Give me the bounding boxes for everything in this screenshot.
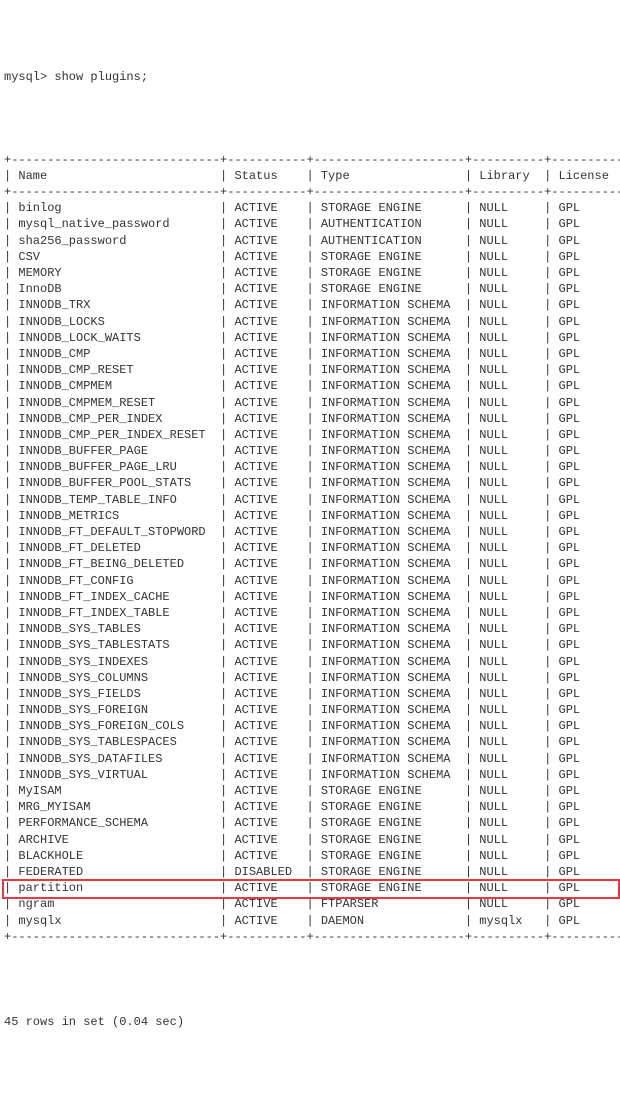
table-row: | INNODB_SYS_INDEXES | ACTIVE | INFORMAT… xyxy=(4,654,616,670)
table-row: | INNODB_SYS_TABLESPACES | ACTIVE | INFO… xyxy=(4,734,616,750)
table-row: | INNODB_FT_INDEX_CACHE | ACTIVE | INFOR… xyxy=(4,589,616,605)
table-row: | INNODB_SYS_FIELDS | ACTIVE | INFORMATI… xyxy=(4,686,616,702)
table-row: | mysqlx | ACTIVE | DAEMON | mysqlx | GP… xyxy=(4,913,616,929)
query-footer: 45 rows in set (0.04 sec) xyxy=(4,1014,616,1030)
table-separator: +-----------------------------+---------… xyxy=(4,184,616,200)
table-row: | BLACKHOLE | ACTIVE | STORAGE ENGINE | … xyxy=(4,848,616,864)
table-row: | mysql_native_password | ACTIVE | AUTHE… xyxy=(4,216,616,232)
table-row: | INNODB_CMPMEM | ACTIVE | INFORMATION S… xyxy=(4,378,616,394)
table-separator: +-----------------------------+---------… xyxy=(4,929,616,945)
table-row: | INNODB_LOCKS | ACTIVE | INFORMATION SC… xyxy=(4,314,616,330)
table-row: | partition | ACTIVE | STORAGE ENGINE | … xyxy=(4,880,616,896)
table-row: | INNODB_CMPMEM_RESET | ACTIVE | INFORMA… xyxy=(4,395,616,411)
table-row: | INNODB_FT_CONFIG | ACTIVE | INFORMATIO… xyxy=(4,573,616,589)
table-row: | INNODB_BUFFER_POOL_STATS | ACTIVE | IN… xyxy=(4,475,616,491)
table-row: | INNODB_SYS_TABLESTATS | ACTIVE | INFOR… xyxy=(4,637,616,653)
table-row: | MEMORY | ACTIVE | STORAGE ENGINE | NUL… xyxy=(4,265,616,281)
plugins-table-wrapper: +-----------------------------+---------… xyxy=(4,119,616,977)
table-row: | ARCHIVE | ACTIVE | STORAGE ENGINE | NU… xyxy=(4,832,616,848)
plugins-ascii-table: +-----------------------------+---------… xyxy=(4,152,616,945)
table-row: | INNODB_SYS_FOREIGN | ACTIVE | INFORMAT… xyxy=(4,702,616,718)
table-row: | INNODB_FT_INDEX_TABLE | ACTIVE | INFOR… xyxy=(4,605,616,621)
table-row: | INNODB_SYS_COLUMNS | ACTIVE | INFORMAT… xyxy=(4,670,616,686)
table-row: | ngram | ACTIVE | FTPARSER | NULL | GPL… xyxy=(4,896,616,912)
sql-prompt[interactable]: mysql> show plugins; xyxy=(4,69,616,85)
table-row: | INNODB_BUFFER_PAGE | ACTIVE | INFORMAT… xyxy=(4,443,616,459)
table-row: | INNODB_FT_BEING_DELETED | ACTIVE | INF… xyxy=(4,556,616,572)
table-row: | INNODB_SYS_FOREIGN_COLS | ACTIVE | INF… xyxy=(4,718,616,734)
table-row: | INNODB_FT_DELETED | ACTIVE | INFORMATI… xyxy=(4,540,616,556)
table-row: | binlog | ACTIVE | STORAGE ENGINE | NUL… xyxy=(4,200,616,216)
table-row: | MyISAM | ACTIVE | STORAGE ENGINE | NUL… xyxy=(4,783,616,799)
table-row: | INNODB_SYS_TABLES | ACTIVE | INFORMATI… xyxy=(4,621,616,637)
table-row: | CSV | ACTIVE | STORAGE ENGINE | NULL |… xyxy=(4,249,616,265)
table-row: | MRG_MYISAM | ACTIVE | STORAGE ENGINE |… xyxy=(4,799,616,815)
table-header-row: | Name | Status | Type | Library | Licen… xyxy=(4,168,616,184)
table-separator: +-----------------------------+---------… xyxy=(4,152,616,168)
table-row: | INNODB_FT_DEFAULT_STOPWORD | ACTIVE | … xyxy=(4,524,616,540)
table-row: | INNODB_TEMP_TABLE_INFO | ACTIVE | INFO… xyxy=(4,492,616,508)
table-row: | INNODB_TRX | ACTIVE | INFORMATION SCHE… xyxy=(4,297,616,313)
table-row: | INNODB_BUFFER_PAGE_LRU | ACTIVE | INFO… xyxy=(4,459,616,475)
table-row: | sha256_password | ACTIVE | AUTHENTICAT… xyxy=(4,233,616,249)
table-row: | INNODB_METRICS | ACTIVE | INFORMATION … xyxy=(4,508,616,524)
table-row: | INNODB_CMP_PER_INDEX | ACTIVE | INFORM… xyxy=(4,411,616,427)
table-row: | INNODB_SYS_VIRTUAL | ACTIVE | INFORMAT… xyxy=(4,767,616,783)
table-row: | INNODB_SYS_DATAFILES | ACTIVE | INFORM… xyxy=(4,751,616,767)
table-row: | INNODB_CMP_RESET | ACTIVE | INFORMATIO… xyxy=(4,362,616,378)
table-row: | INNODB_CMP_PER_INDEX_RESET | ACTIVE | … xyxy=(4,427,616,443)
table-row: | INNODB_CMP | ACTIVE | INFORMATION SCHE… xyxy=(4,346,616,362)
table-row: | FEDERATED | DISABLED | STORAGE ENGINE … xyxy=(4,864,616,880)
table-row: | INNODB_LOCK_WAITS | ACTIVE | INFORMATI… xyxy=(4,330,616,346)
table-row: | PERFORMANCE_SCHEMA | ACTIVE | STORAGE … xyxy=(4,815,616,831)
table-row: | InnoDB | ACTIVE | STORAGE ENGINE | NUL… xyxy=(4,281,616,297)
